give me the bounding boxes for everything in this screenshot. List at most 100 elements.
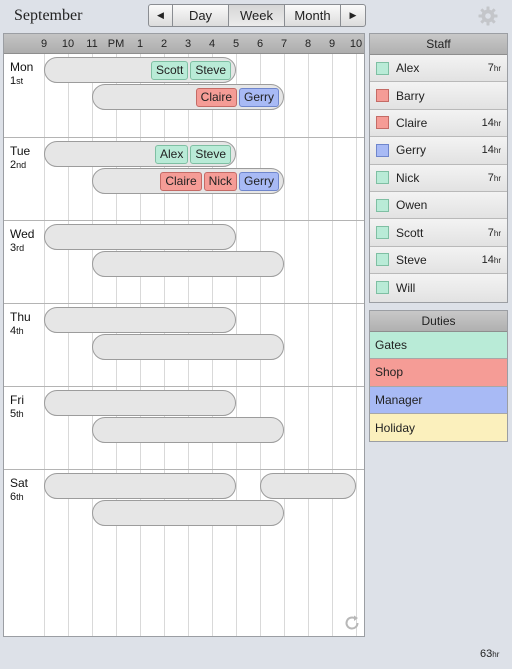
staff-chip[interactable]: Steve [190, 60, 231, 80]
hour-label: 10 [349, 38, 363, 50]
shift-bar[interactable]: Scott Steve [44, 57, 236, 83]
day-row-fri: Fri 5th [4, 386, 364, 469]
next-arrow-icon[interactable]: ▶ [341, 5, 365, 26]
staff-name: Nick [396, 170, 420, 185]
day-name: Thu [10, 310, 31, 324]
total-hours-unit: hr [492, 650, 500, 659]
hour-label: 1 [136, 38, 144, 50]
shift-bar[interactable]: Claire Nick Gerry [92, 168, 284, 194]
staff-item-will[interactable]: Will [370, 274, 507, 302]
staff-name: Claire [396, 115, 428, 130]
staff-chip[interactable]: Gerry [239, 171, 279, 191]
duty-item-holiday[interactable]: Holiday [370, 413, 507, 442]
month-title: September [14, 7, 83, 24]
staff-item-gerry[interactable]: Gerry 14hr [370, 137, 507, 165]
staff-item-barry[interactable]: Barry [370, 82, 507, 110]
hour-header: 9 10 11 PM 1 2 3 4 5 6 7 8 9 10 [4, 34, 364, 54]
duty-item-manager[interactable]: Manager [370, 386, 507, 414]
view-month-button[interactable]: Month [285, 5, 341, 26]
staff-name: Will [396, 280, 416, 295]
shift-bar[interactable] [44, 473, 236, 499]
hour-label: 8 [304, 38, 312, 50]
staff-hours: 14hr [482, 254, 501, 266]
duties-panel-title: Duties [370, 311, 507, 332]
staff-name: Steve [396, 252, 427, 267]
day-date: 6th [10, 491, 24, 503]
day-name: Fri [10, 393, 24, 407]
staff-chip[interactable]: Scott [150, 60, 189, 80]
staff-hours: 7hr [488, 227, 501, 239]
total-hours-value: 63 [480, 648, 493, 660]
shift-bar[interactable] [92, 251, 284, 277]
staff-chip[interactable]: Claire [195, 87, 237, 107]
shift-bar[interactable] [92, 417, 284, 443]
staff-chip[interactable]: Alex [154, 144, 189, 164]
day-suffix: th [16, 409, 24, 419]
view-day-button[interactable]: Day [173, 5, 229, 26]
color-swatch [376, 171, 389, 185]
day-date: 5th [10, 408, 24, 420]
staff-chip[interactable]: Nick [203, 171, 237, 191]
color-swatch [376, 226, 389, 240]
shift-bar[interactable] [44, 307, 236, 333]
day-name: Sat [10, 476, 29, 490]
staff-name: Scott [396, 225, 424, 240]
gear-icon[interactable] [478, 6, 498, 26]
day-date: 4th [10, 325, 24, 337]
staff-hours-unit: hr [493, 118, 501, 128]
day-name: Tue [10, 144, 31, 158]
shift-bar[interactable] [92, 334, 284, 360]
hour-label: 2 [160, 38, 168, 50]
week-calendar: 9 10 11 PM 1 2 3 4 5 6 7 8 9 10 Mon 1st Scott Steve Clair… [3, 33, 365, 637]
hour-label: 9 [40, 38, 48, 50]
day-suffix: st [16, 76, 24, 86]
day-date: 2nd [10, 159, 26, 171]
color-swatch [376, 253, 389, 267]
staff-hours-unit: hr [493, 146, 501, 156]
duty-item-gates[interactable]: Gates [370, 332, 507, 360]
prev-arrow-icon[interactable]: ◀ [149, 5, 173, 26]
staff-item-alex[interactable]: Alex 7hr [370, 55, 507, 83]
day-name: Wed [10, 227, 35, 241]
staff-item-claire[interactable]: Claire 14hr [370, 109, 507, 138]
day-suffix: rd [16, 243, 25, 253]
duty-item-shop[interactable]: Shop [370, 359, 507, 387]
refresh-icon[interactable] [343, 614, 361, 632]
staff-chip[interactable]: Gerry [239, 87, 279, 107]
staff-name: Alex [396, 61, 420, 76]
hour-label: 4 [208, 38, 216, 50]
view-week-button[interactable]: Week [229, 5, 285, 26]
staff-hours-value: 14 [481, 253, 494, 266]
total-hours: 63hr [480, 648, 499, 660]
shift-bar[interactable] [44, 224, 236, 250]
shift-bar[interactable] [92, 500, 284, 526]
color-swatch [376, 281, 389, 295]
staff-item-owen[interactable]: Owen [370, 191, 507, 220]
staff-item-steve[interactable]: Steve 14hr [370, 246, 507, 275]
view-switcher: ◀ Day Week Month ▶ [148, 4, 366, 27]
staff-chip[interactable]: Claire [160, 171, 202, 191]
shift-bar[interactable]: Claire Gerry [92, 84, 284, 110]
staff-name: Barry [396, 88, 425, 103]
staff-item-nick[interactable]: Nick 7hr [370, 164, 507, 192]
hour-label: 7 [280, 38, 288, 50]
staff-name: Gerry [396, 143, 426, 158]
day-date: 3rd [10, 242, 24, 254]
hour-label: 11 [86, 38, 98, 50]
staff-hours: 7hr [488, 172, 501, 184]
staff-panel: Staff Alex 7hr Barry Claire 14hr Gerry 14hr Nic… [369, 33, 508, 303]
duties-panel: Duties Gates Shop Manager Holiday [369, 310, 508, 443]
shift-bar[interactable] [260, 473, 356, 499]
shift-bar[interactable]: Alex Steve [44, 141, 236, 167]
staff-hours-unit: hr [493, 173, 501, 183]
staff-hours-unit: hr [493, 228, 501, 238]
hour-label: 5 [232, 38, 240, 50]
hour-label: 10 [61, 38, 75, 50]
staff-chip[interactable]: Steve [190, 144, 231, 164]
staff-item-scott[interactable]: Scott 7hr [370, 219, 507, 247]
color-swatch [376, 89, 389, 103]
shift-bar[interactable] [44, 390, 236, 416]
day-row-tue: Tue 2nd Alex Steve Claire Nick Gerry [4, 137, 364, 220]
hour-label: PM [107, 38, 125, 50]
color-swatch [376, 143, 389, 157]
